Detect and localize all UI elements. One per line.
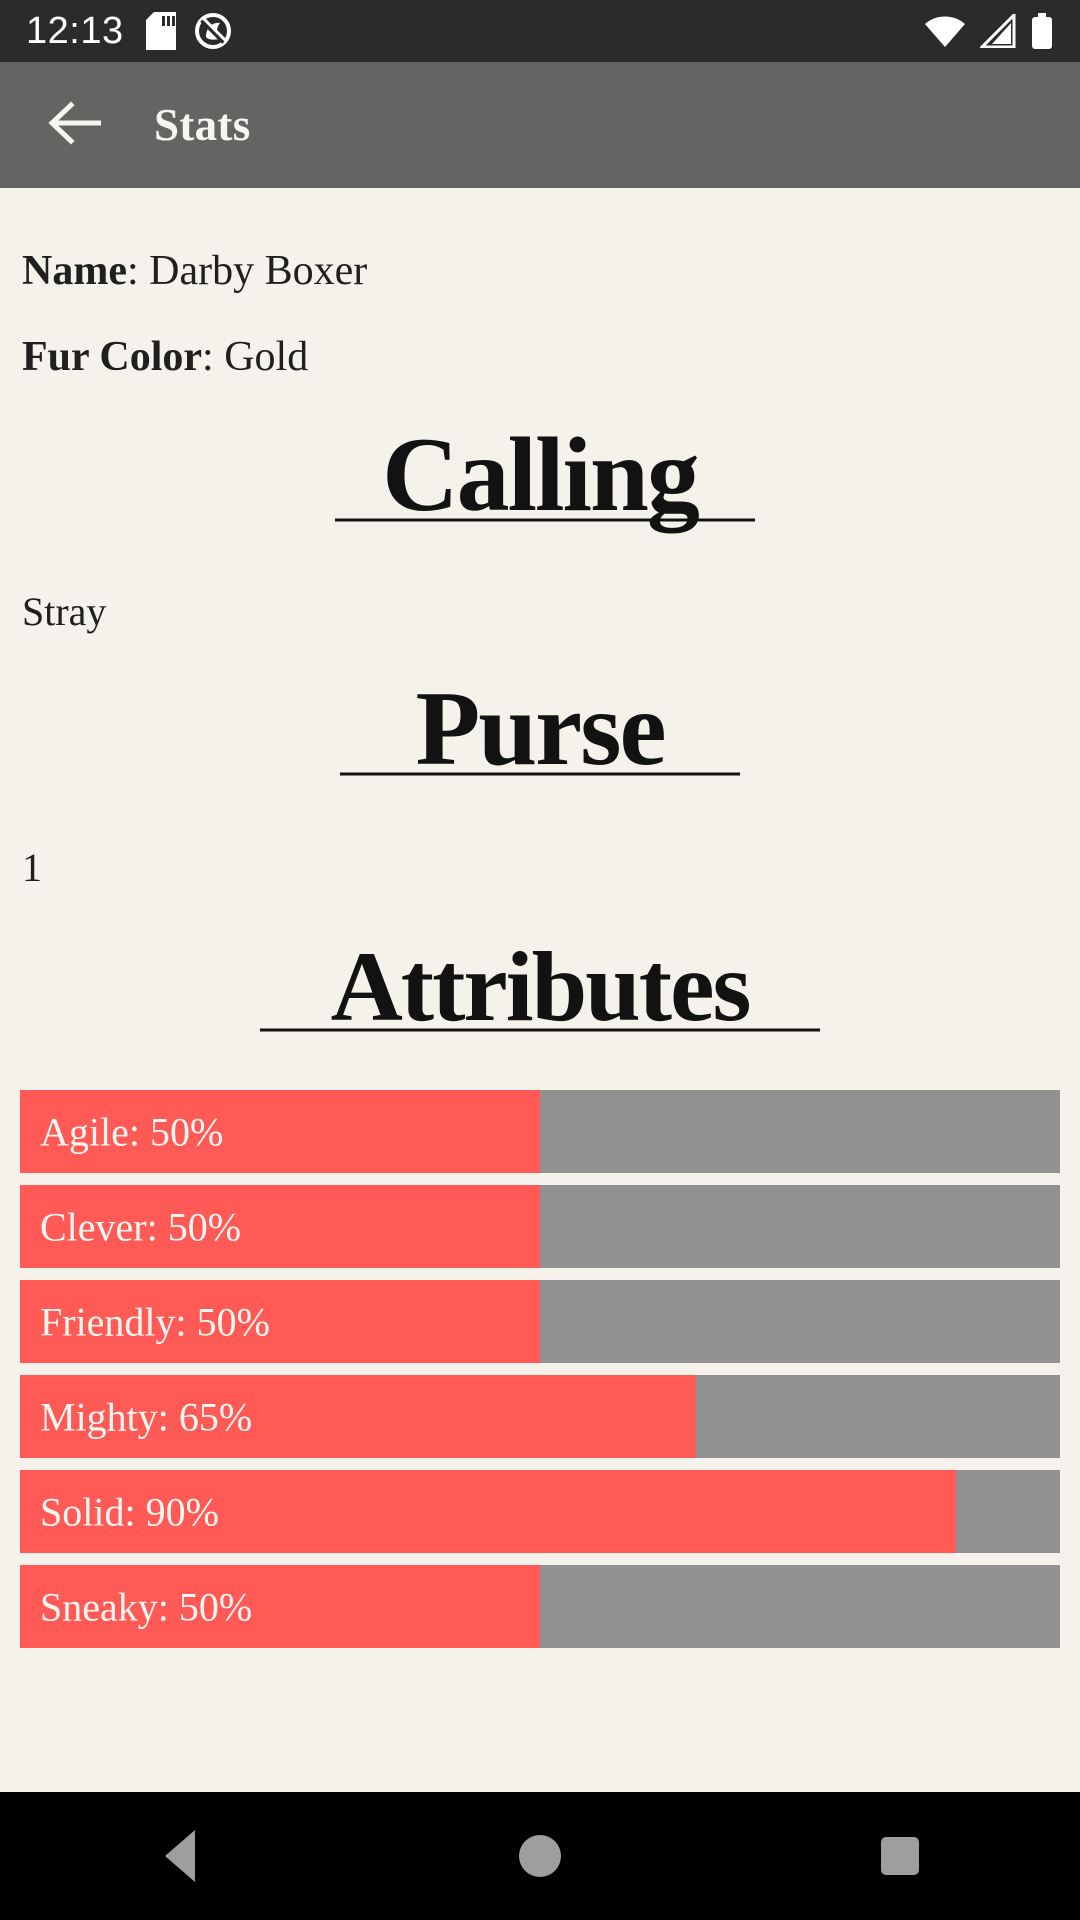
status-bar: 12:13 (0, 0, 1080, 62)
attribute-label: Mighty: 65% (40, 1394, 253, 1439)
nav-recents-button[interactable] (825, 1792, 975, 1920)
name-value: Darby Boxer (149, 248, 368, 294)
calling-heading-image: Calling (335, 416, 755, 533)
attributes-heading-text: Attributes (331, 931, 750, 1042)
back-button[interactable] (34, 83, 118, 167)
name-separator: : (126, 248, 150, 294)
fur-color-label: Fur Color (22, 334, 203, 380)
attribute-row-clever[interactable]: Clever: 50% (20, 1185, 1060, 1268)
attribute-label: Sneaky: 50% (40, 1584, 253, 1629)
page-title: Stats (154, 100, 251, 150)
system-navigation-bar (0, 1792, 1080, 1920)
attribute-row-agile[interactable]: Agile: 50% (20, 1090, 1060, 1173)
name-label: Name (22, 248, 127, 294)
purse-heading-image: Purse (340, 670, 740, 787)
app-bar: Stats (0, 62, 1080, 188)
fur-color-row: Fur Color: Gold (0, 292, 1080, 378)
attribute-row-sneaky[interactable]: Sneaky: 50% (20, 1565, 1060, 1648)
nav-home-icon (519, 1835, 561, 1877)
attribute-label: Solid: 90% (40, 1489, 219, 1534)
calling-heading-text: Calling (382, 416, 699, 533)
nav-back-icon (165, 1830, 195, 1882)
purse-heading-text: Purse (415, 670, 664, 787)
nav-recents-icon (881, 1837, 919, 1875)
attribute-label: Agile: 50% (40, 1109, 224, 1154)
nav-back-button[interactable] (105, 1792, 255, 1920)
attributes-list: Agile: 50% Clever: 50% Friendly: 50% Mig… (0, 1052, 1080, 1648)
fur-color-value: Gold (224, 334, 309, 380)
cellular-signal-icon (980, 14, 1016, 48)
nav-home-button[interactable] (465, 1792, 615, 1920)
attribute-row-solid[interactable]: Solid: 90% (20, 1470, 1060, 1553)
wifi-icon (924, 14, 966, 48)
attribute-label: Clever: 50% (40, 1204, 242, 1249)
attributes-heading-image: Attributes (260, 931, 820, 1042)
stats-content: Name: Darby Boxer Fur Color: Gold Callin… (0, 188, 1080, 1792)
purse-value: 1 (22, 845, 42, 890)
sd-card-icon (145, 12, 176, 50)
status-left-icons (145, 12, 232, 50)
dnd-icon (194, 12, 232, 50)
fur-color-separator: : (202, 334, 225, 380)
status-clock: 12:13 (26, 10, 124, 52)
attribute-label: Friendly: 50% (40, 1299, 270, 1344)
status-right-icons (924, 13, 1054, 49)
attribute-row-mighty[interactable]: Mighty: 65% (20, 1375, 1060, 1458)
back-arrow-icon (47, 100, 105, 151)
name-row: Name: Darby Boxer (0, 188, 1080, 292)
battery-icon (1030, 13, 1054, 49)
calling-value: Stray (22, 589, 107, 634)
attribute-row-friendly[interactable]: Friendly: 50% (20, 1280, 1060, 1363)
